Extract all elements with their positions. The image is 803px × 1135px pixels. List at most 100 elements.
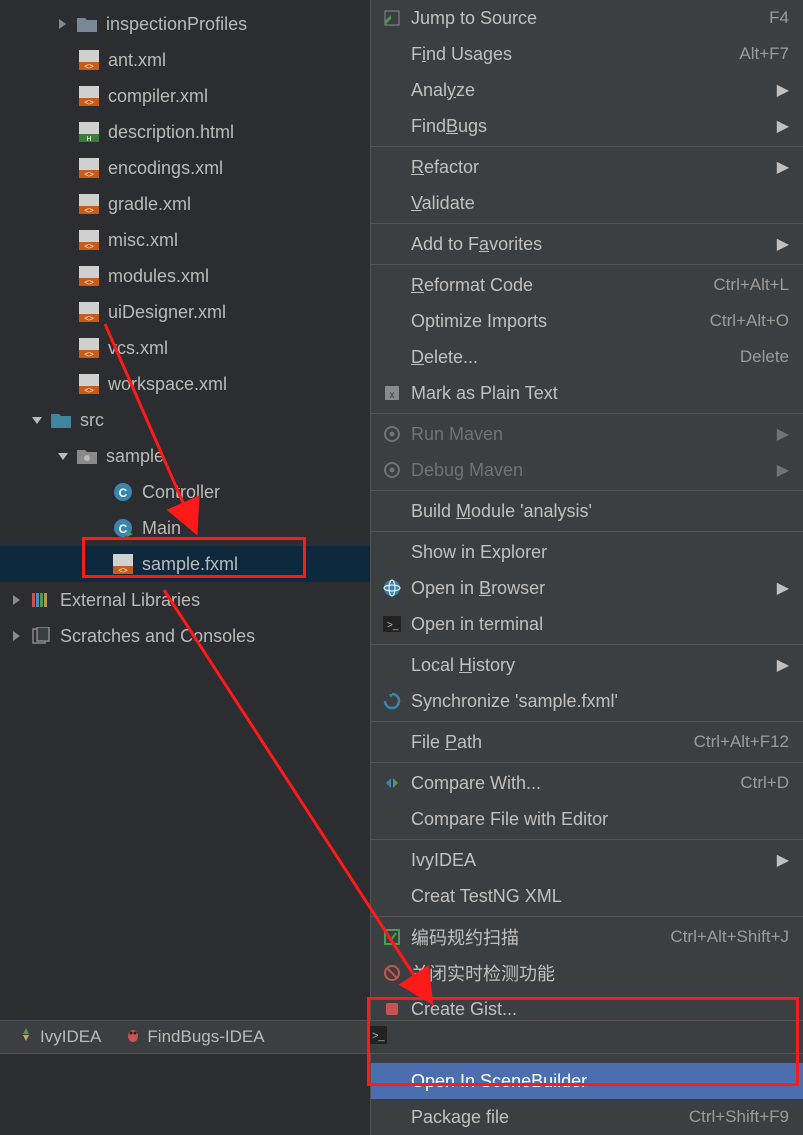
ctx-shortcut: Ctrl+D <box>740 773 789 793</box>
ctx-build-module[interactable]: Build Module 'analysis' <box>371 493 803 529</box>
ctx-label: 编码规约扫描 <box>411 924 670 950</box>
ctx-label: Open in Browser <box>411 578 777 599</box>
tree-file[interactable]: <>workspace.xml <box>0 366 370 402</box>
chevron-right-icon <box>54 15 72 33</box>
ctx-ivyidea[interactable]: IvyIDEA▶ <box>371 842 803 878</box>
ctx-open-browser[interactable]: Open in Browser▶ <box>371 570 803 606</box>
tree-label: Main <box>142 518 181 539</box>
plaintext-icon: x <box>381 384 403 402</box>
submenu-arrow-icon: ▶ <box>777 80 789 100</box>
tree-label: Scratches and Consoles <box>60 626 255 647</box>
ctx-shortcut: Ctrl+Alt+Shift+J <box>670 927 789 947</box>
tree-file[interactable]: <>encodings.xml <box>0 150 370 186</box>
submenu-arrow-icon: ▶ <box>777 655 789 675</box>
context-menu: Jump to SourceF4 Find UsagesAlt+F7 Analy… <box>370 0 803 1135</box>
ctx-local-history[interactable]: Local History▶ <box>371 647 803 683</box>
ctx-refactor[interactable]: Refactor▶ <box>371 149 803 185</box>
terminal-icon[interactable]: >_ <box>367 1026 387 1049</box>
submenu-arrow-icon: ▶ <box>777 578 789 598</box>
tree-label: External Libraries <box>60 590 200 611</box>
tree-label: Controller <box>142 482 220 503</box>
ctx-find-usages[interactable]: Find UsagesAlt+F7 <box>371 36 803 72</box>
submenu-arrow-icon: ▶ <box>777 157 789 177</box>
tree-folder-inspectionprofiles[interactable]: inspectionProfiles <box>0 6 370 42</box>
tree-class-controller[interactable]: C Controller <box>0 474 370 510</box>
tree-label: workspace.xml <box>108 374 227 395</box>
ctx-delete[interactable]: Delete...Delete <box>371 339 803 375</box>
ctx-file-path[interactable]: File PathCtrl+Alt+F12 <box>371 724 803 760</box>
tree-class-main[interactable]: C Main <box>0 510 370 546</box>
xml-file-icon: <> <box>78 265 100 287</box>
svg-text:<>: <> <box>84 206 94 214</box>
bottom-toolbar-left: IvyIDEA FindBugs-IDEA <box>0 1020 370 1054</box>
submenu-arrow-icon: ▶ <box>777 116 789 136</box>
separator <box>371 490 803 491</box>
separator <box>371 762 803 763</box>
svg-text:<>: <> <box>84 278 94 286</box>
tree-file[interactable]: <>ant.xml <box>0 42 370 78</box>
folder-icon <box>50 409 72 431</box>
ctx-testng[interactable]: Creat TestNG XML <box>371 878 803 914</box>
tree-label: sample.fxml <box>142 554 238 575</box>
ctx-label: Optimize Imports <box>411 311 710 332</box>
submenu-arrow-icon: ▶ <box>777 234 789 254</box>
tree-file[interactable]: <>gradle.xml <box>0 186 370 222</box>
ctx-shortcut: Delete <box>740 347 789 367</box>
tree-file[interactable]: <>uiDesigner.xml <box>0 294 370 330</box>
tree-external-libraries[interactable]: External Libraries <box>0 582 370 618</box>
disable-icon <box>381 964 403 982</box>
xml-file-icon: <> <box>78 49 100 71</box>
ctx-jump-to-source[interactable]: Jump to SourceF4 <box>371 0 803 36</box>
tree-file[interactable]: <>vcs.xml <box>0 330 370 366</box>
ctx-compare-with[interactable]: Compare With...Ctrl+D <box>371 765 803 801</box>
ctx-label: Jump to Source <box>411 8 769 29</box>
ctx-validate[interactable]: Validate <box>371 185 803 221</box>
ctx-synchronize[interactable]: Synchronize 'sample.fxml' <box>371 683 803 719</box>
ctx-open-scenebuilder[interactable]: Open In SceneBuilder <box>371 1063 803 1099</box>
tree-scratches[interactable]: Scratches and Consoles <box>0 618 370 654</box>
tree-folder-sample[interactable]: sample <box>0 438 370 474</box>
folder-icon <box>76 13 98 35</box>
ctx-label: Add to Favorites <box>411 234 777 255</box>
ctx-reformat[interactable]: Reformat CodeCtrl+Alt+L <box>371 267 803 303</box>
class-run-icon: C <box>112 517 134 539</box>
compare-icon <box>381 774 403 792</box>
project-tree: inspectionProfiles <>ant.xml <>compiler.… <box>0 0 370 654</box>
ctx-label: Synchronize 'sample.fxml' <box>411 691 789 712</box>
ctx-label: File Path <box>411 732 694 753</box>
tree-file-sample-fxml[interactable]: <>sample.fxml <box>0 546 370 582</box>
tree-file[interactable]: <>compiler.xml <box>0 78 370 114</box>
tree-file[interactable]: Hdescription.html <box>0 114 370 150</box>
ctx-label: Package file <box>411 1107 689 1128</box>
ctx-debug-maven[interactable]: Debug Maven▶ <box>371 452 803 488</box>
ctx-show-explorer[interactable]: Show in Explorer <box>371 534 803 570</box>
sync-icon <box>381 692 403 710</box>
tree-file[interactable]: <> modules.xml <box>0 258 370 294</box>
separator <box>371 644 803 645</box>
ctx-analyze[interactable]: Analyze▶ <box>371 72 803 108</box>
ctx-open-terminal[interactable]: >_Open in terminal <box>371 606 803 642</box>
ctx-findbugs[interactable]: FindBugs▶ <box>371 108 803 144</box>
ctx-optimize[interactable]: Optimize ImportsCtrl+Alt+O <box>371 303 803 339</box>
ctx-package-file[interactable]: Package fileCtrl+Shift+F9 <box>371 1099 803 1135</box>
svg-text:<>: <> <box>84 170 94 178</box>
xml-file-icon: <> <box>78 85 100 107</box>
chevron-right-icon <box>8 627 26 645</box>
ctx-plain-text[interactable]: xMark as Plain Text <box>371 375 803 411</box>
gear-icon <box>381 461 403 479</box>
svg-text:x: x <box>390 390 395 401</box>
ctx-realtime-off[interactable]: 关闭实时检测功能 <box>371 955 803 991</box>
ctx-code-scan[interactable]: 编码规约扫描Ctrl+Alt+Shift+J <box>371 919 803 955</box>
ctx-favorites[interactable]: Add to Favorites▶ <box>371 226 803 262</box>
ctx-run-maven[interactable]: Run Maven▶ <box>371 416 803 452</box>
ctx-label: Analyze <box>411 80 777 101</box>
ctx-compare-editor[interactable]: Compare File with Editor <box>371 801 803 837</box>
toolbar-ivyidea[interactable]: IvyIDEA <box>18 1027 101 1048</box>
tree-file[interactable]: <>misc.xml <box>0 222 370 258</box>
html-file-icon: H <box>78 121 100 143</box>
separator <box>371 916 803 917</box>
tree-label: modules.xml <box>108 266 209 287</box>
toolbar-findbugs[interactable]: FindBugs-IDEA <box>125 1027 264 1048</box>
svg-text:C: C <box>119 486 128 500</box>
tree-folder-src[interactable]: src <box>0 402 370 438</box>
